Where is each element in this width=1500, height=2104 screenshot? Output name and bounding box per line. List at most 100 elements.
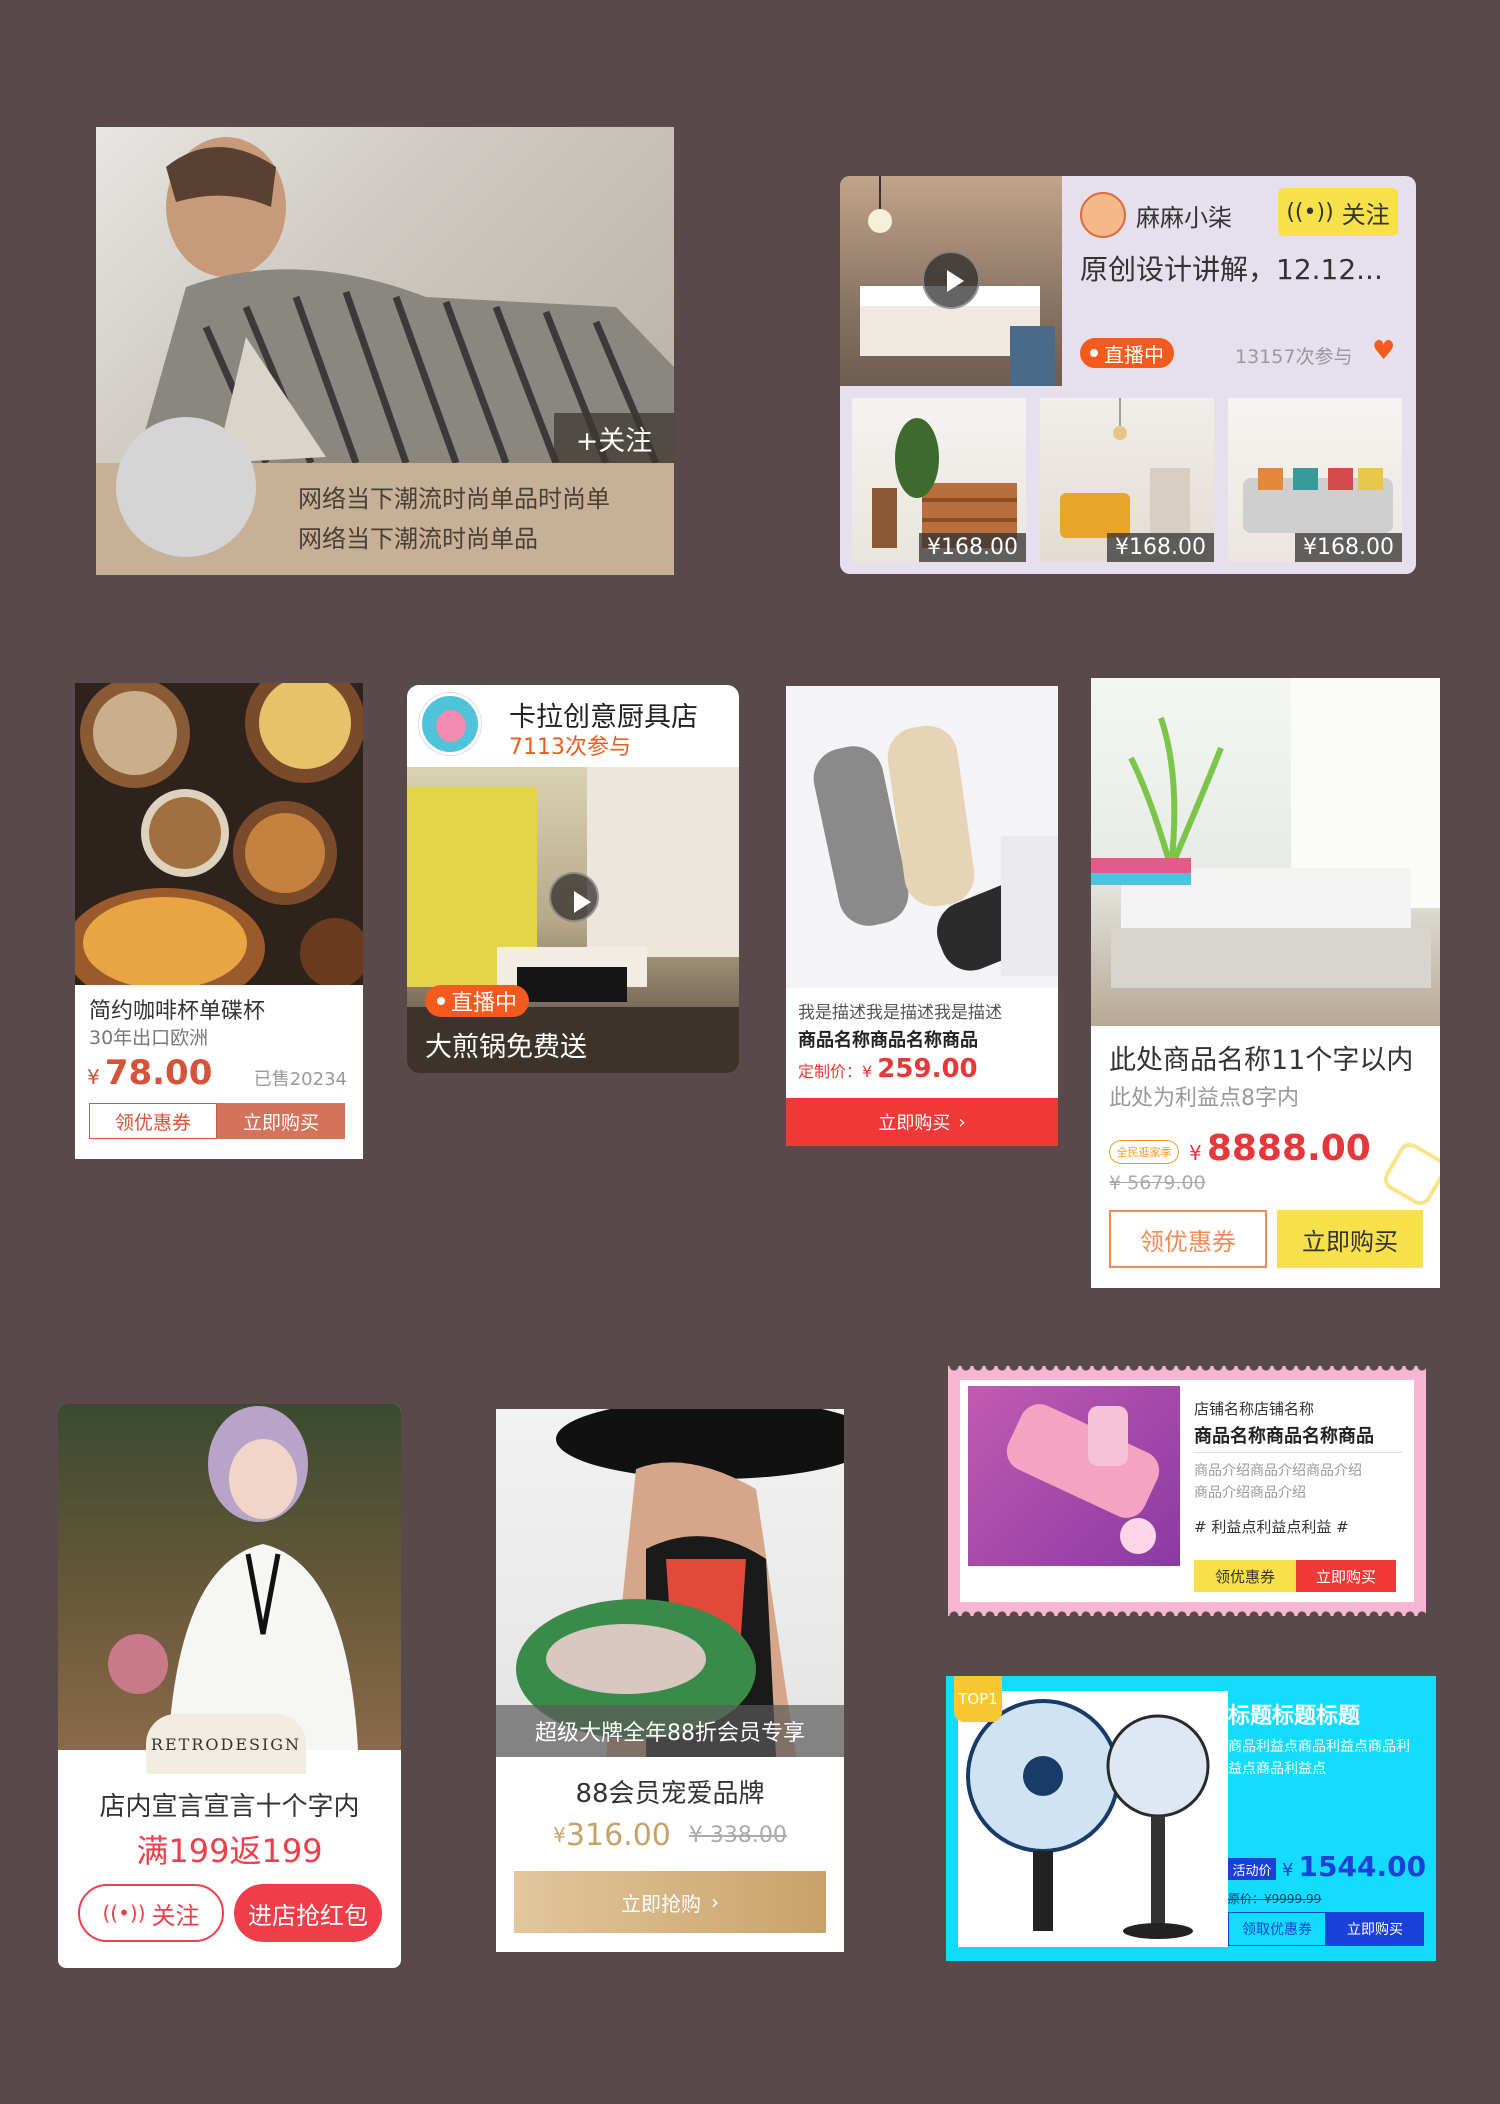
product-thumb[interactable]: ¥168.00 [852,398,1026,562]
live-stream-card[interactable]: 麻麻小柒 ((•)) 关注 原创设计讲解，12.12... 直播中 13157次… [840,176,1416,574]
divider [1194,1452,1402,1453]
ticket-perforation [948,1608,1426,1616]
chevron-right-icon: › [958,1111,966,1133]
buy-label: 立即抢购 [621,1891,701,1916]
activity-badge: 活动价 [1228,1858,1276,1880]
electric-fan-image [958,1691,1228,1947]
product-title[interactable]: 简约咖啡杯单碟杯 [89,993,265,1025]
fashion-model-image: +关注 [96,127,674,463]
description-line: 网络当下潮流时尚单品 [298,525,538,553]
buy-now-button[interactable]: 立即购买 [1277,1210,1423,1268]
product-thumb[interactable]: ¥168.00 [1040,398,1214,562]
thumb-price: ¥168.00 [1107,533,1214,562]
product-intro: 商品介绍商品介绍商品介绍 商品介绍商品介绍 [1194,1460,1362,1504]
promo-badge: 全民逛家季 [1109,1140,1179,1164]
streamer-name: 麻麻小柒 [1136,204,1232,232]
brand-logo: RETRODESIGN [146,1714,306,1774]
currency: ¥ [553,1823,566,1847]
buy-now-button[interactable]: 立即购买 [217,1103,345,1139]
price: ¥ 78.00 [87,1053,212,1093]
top-product-card[interactable]: TOP1 标题标题标题 商品利益点商品利益点商品利 益点商品利益点 活动价 ¥ … [946,1676,1436,1961]
buy-now-button[interactable]: 立即购买 [1326,1912,1424,1946]
sold-count: 已售20234 [253,1069,347,1090]
red-packet-button[interactable]: 进店抢红包 [234,1884,382,1942]
live-caption: 大煎锅免费送 [425,1032,587,1063]
member-brand-card[interactable]: 超级大牌全年88折会员专享 88会员宠爱品牌 ¥ 316.00 ¥ 338.00… [496,1409,844,1952]
broadcast-icon: ((•)) [1286,199,1334,225]
price-value: 78.00 [104,1053,213,1093]
ticket-perforation [948,1366,1426,1374]
benefit-line: 商品利益点商品利益点商品利 [1228,1739,1410,1755]
promo-product-card[interactable]: 此处商品名称11个字以内 此处为利益点8字内 全民逛家季 ¥ 8888.00 ¥… [1091,678,1440,1288]
snack-product-card[interactable]: 简约咖啡杯单碟杯 30年出口欧洲 ¥ 78.00 已售20234 领优惠券 立即… [75,683,363,1159]
fashion-follow-card[interactable]: +关注 网络当下潮流时尚单品时尚单 网络当下潮流时尚单品 [96,127,674,575]
buy-now-button[interactable]: 立即购买 › [786,1098,1058,1146]
living-room-video[interactable]: 直播中 大煎锅免费送 [407,767,739,1073]
product-description: 我是描述我是描述我是描述 [798,1003,1002,1023]
live-badge-label: 直播中 [1104,342,1164,367]
custom-price: 定制价：¥ 259.00 [798,1054,978,1084]
chevron-right-icon: › [711,1890,719,1914]
description-line: 网络当下潮流时尚单品时尚单 [298,485,610,513]
participant-count: 7113次参与 [509,735,631,760]
product-title[interactable]: 标题标题标题 [1228,1698,1360,1730]
buy-now-button[interactable]: 立即购买 [1296,1560,1396,1592]
description: 网络当下潮流时尚单品时尚单 网络当下潮流时尚单品 [298,479,610,559]
snack-product-image [75,683,363,985]
fashion-model-image [58,1404,401,1750]
avatar[interactable] [116,417,256,557]
live-badge-label: 直播中 [451,991,518,1016]
price-row: ¥ 316.00 ¥ 338.00 [496,1813,844,1857]
thumb-price: ¥168.00 [919,533,1026,562]
water-bottle-image [968,1386,1180,1566]
participant-count: 13157次参与 [1235,346,1353,368]
product-thumb[interactable]: ¥168.00 [1228,398,1402,562]
card-title: 88会员宠爱品牌 [575,1779,765,1809]
product-name[interactable]: 商品名称商品名称商品 [798,1026,978,1052]
benefit-line: 益点商品利益点 [1228,1761,1326,1777]
custom-product-card[interactable]: 我是描述我是描述我是描述 商品名称商品名称商品 定制价：¥ 259.00 立即购… [786,686,1058,1146]
product-name[interactable]: 商品名称商品名称商品 [1194,1422,1374,1448]
intro-line: 商品介绍商品介绍 [1194,1485,1306,1501]
buy-label: 立即购买 [878,1113,951,1134]
live-badge: 直播中 [425,985,530,1017]
coupon-button[interactable]: 领优惠券 [1194,1560,1296,1592]
currency: ¥ [862,1062,873,1081]
live-shop-card[interactable]: 卡拉创意厨具店 7113次参与 直播中 大煎锅免费送 [407,685,739,1073]
intro-line: 商品介绍商品介绍商品介绍 [1194,1463,1362,1479]
ticket-product-card[interactable]: 店铺名称店铺名称 商品名称商品名称商品 商品介绍商品介绍商品介绍 商品介绍商品介… [948,1366,1426,1616]
shop-promo-card[interactable]: RETRODESIGN 店内宣言宣言十个字内 满199返199 ((•)) 关注… [58,1404,401,1968]
hexagon-icon [1379,1138,1440,1210]
coupon-button[interactable]: 领取优惠券 [1228,1912,1326,1946]
heart-icon[interactable]: ♥ [1372,336,1395,366]
original-price: ¥ 5679.00 [1109,1172,1206,1194]
price-value: 8888.00 [1206,1128,1371,1169]
live-title[interactable]: 原创设计讲解，12.12... [1080,248,1383,288]
bedroom-video-thumbnail[interactable] [840,176,1062,386]
price: ¥ 8888.00 [1189,1128,1371,1169]
buy-now-button[interactable]: 立即抢购 › [514,1871,826,1933]
currency: ¥ [1282,1860,1294,1881]
bed-room-image [1091,678,1440,1026]
follow-label: 关注 [1341,200,1390,229]
currency: ¥ [1189,1141,1202,1165]
follow-button[interactable]: ((•)) 关注 [78,1884,224,1942]
original-price: ¥ 338.00 [688,1822,787,1848]
coupon-button[interactable]: 领优惠券 [1109,1210,1267,1268]
price: ¥ 1544.00 [1282,1850,1426,1883]
product-name[interactable]: 此处商品名称11个字以内 [1109,1038,1413,1077]
shop-name: 店铺名称店铺名称 [1194,1400,1315,1418]
shop-slogan: 店内宣言宣言十个字内 [99,1792,360,1822]
benefit-text: 此处为利益点8字内 [1109,1086,1299,1111]
benefit-text: # 利益点利益点利益 # [1194,1518,1349,1536]
follow-button[interactable]: ((•)) 关注 [1278,188,1398,236]
shop-avatar[interactable] [419,693,481,755]
play-icon[interactable] [922,251,980,309]
streamer-avatar[interactable] [1080,192,1126,238]
price-value: 259.00 [877,1054,978,1084]
follow-button[interactable]: +关注 [554,413,674,463]
play-icon[interactable] [549,872,599,922]
coupon-button[interactable]: 领优惠券 [89,1103,217,1139]
original-price: 原价：¥9999.99 [1228,1892,1322,1906]
rank-badge: TOP1 [954,1676,1002,1722]
